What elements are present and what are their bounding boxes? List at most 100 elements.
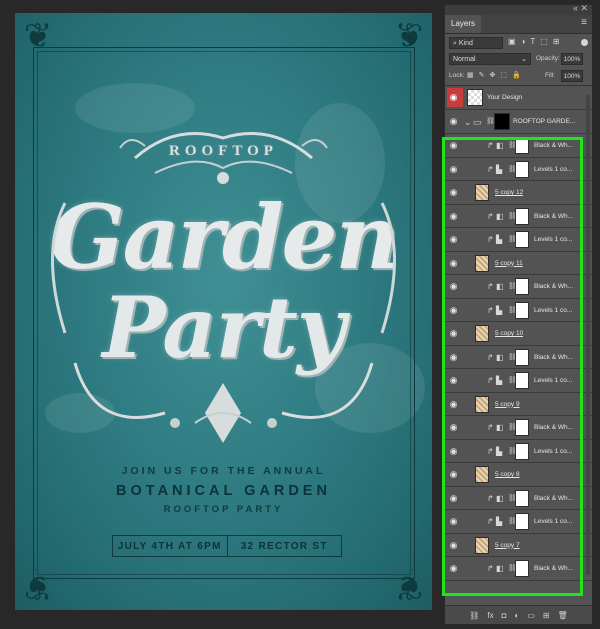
clip-arrow-icon: ↱ — [487, 423, 494, 432]
corner-ornament-icon: ❦ — [394, 568, 424, 606]
layer-row[interactable]: ◉ ↱ ◧ ⛓ Black & Wh... — [445, 557, 592, 581]
layer-row[interactable]: ◉ ↱ ◧ ⛓ Black & Wh... — [445, 486, 592, 510]
left-flourish-icon — [51, 202, 67, 334]
clip-arrow-icon: ↱ — [487, 141, 494, 150]
layer-row[interactable]: ◉ ↱ ◧ ⛓ Black & Wh... — [445, 275, 592, 299]
filter-toggle[interactable] — [581, 39, 588, 46]
eye-icon[interactable]: ◉ — [448, 116, 459, 126]
link-layers-icon[interactable]: ⛓ — [469, 611, 479, 620]
eye-icon[interactable]: ◉ — [448, 258, 459, 268]
layer-list: ◉ Your Design ◉ ⌄ ▭ ⛓ ROOFTOP GARDE... ◉… — [445, 85, 592, 596]
eye-icon[interactable]: ◉ — [448, 516, 459, 526]
adjustment-icon[interactable]: ◐ — [514, 611, 519, 620]
filter-kind-select[interactable]: ⌕ Kind — [449, 37, 503, 49]
clip-arrow-icon: ↱ — [487, 282, 494, 291]
layer-row[interactable]: ◉ Your Design — [445, 86, 592, 110]
fill-label: Fill: — [545, 72, 556, 79]
chevron-down-icon: ⌄ — [521, 56, 527, 63]
folder-icon: ▭ — [473, 117, 482, 127]
layer-name: Levels 1 co... — [534, 518, 573, 525]
black-white-adjustment-icon: ◧ — [496, 282, 504, 291]
blend-mode-select[interactable]: Normal ⌄ — [449, 53, 531, 65]
layer-row[interactable]: ◉ 5 copy 9 — [445, 392, 592, 416]
layer-row[interactable]: ◉ 5 copy 11 — [445, 251, 592, 275]
layer-name: Your Design — [487, 94, 523, 101]
eye-icon[interactable]: ◉ — [448, 140, 459, 150]
layer-name: Black & Wh... — [534, 283, 574, 290]
layer-name: 5 copy 8 — [495, 471, 520, 478]
fx-icon[interactable]: fx — [487, 611, 493, 620]
eye-icon[interactable]: ◉ — [448, 540, 459, 550]
eye-icon[interactable]: ◉ — [448, 187, 459, 197]
layer-thumbnail — [475, 466, 489, 483]
layer-row[interactable]: ◉ 5 copy 7 — [445, 533, 592, 557]
layer-row[interactable]: ◉ ↱ ◧ ⛓ Black & Wh... — [445, 345, 592, 369]
eye-icon[interactable]: ◉ — [448, 92, 459, 102]
mask-thumbnail — [515, 513, 529, 530]
collapse-icon[interactable]: « ✕ — [573, 3, 588, 14]
eye-icon[interactable]: ◉ — [448, 563, 459, 573]
clip-arrow-icon: ↱ — [487, 564, 494, 573]
clip-arrow-icon: ↱ — [487, 211, 494, 221]
eye-icon[interactable]: ◉ — [448, 446, 459, 456]
scrollbar[interactable] — [586, 95, 590, 575]
mask-thumbnail — [515, 489, 529, 507]
filter-type-icons[interactable]: ▣◑T⬚⊞ — [508, 37, 565, 46]
tab-layers[interactable]: Layers — [445, 15, 482, 33]
lock-options-icon[interactable]: ▦✎✥⬚🔒 — [467, 71, 526, 79]
eye-icon[interactable]: ◉ — [448, 305, 459, 315]
layer-row[interactable]: ◉ ↱ ◧ ⛓ Black & Wh... — [445, 134, 592, 158]
panel-tabs: Layers ≡ — [445, 15, 592, 34]
panel-footer: ⛓ fx ◘ ◐ ▭ ⊞ 🗑 — [445, 605, 592, 624]
layer-row[interactable]: ◉ ↱ ▙ ⛓ Levels 1 co... — [445, 439, 592, 463]
eye-icon[interactable]: ◉ — [448, 211, 459, 221]
panel-titlebar: « ✕ — [445, 3, 592, 15]
layer-row[interactable]: ◉ ↱ ◧ ⛓ Black & Wh... — [445, 204, 592, 228]
layer-group-row[interactable]: ◉ ⌄ ▭ ⛓ ROOFTOP GARDE... — [445, 110, 592, 134]
eye-icon[interactable]: ◉ — [448, 281, 459, 291]
layer-name: ROOFTOP GARDE... — [513, 118, 576, 125]
opacity-input[interactable]: 100% — [561, 53, 583, 65]
layer-name: Levels 1 co... — [534, 377, 573, 384]
layer-row[interactable]: ◉ 5 copy 10 — [445, 322, 592, 346]
event-address: 32 RECTOR ST — [226, 536, 342, 556]
layer-thumbnail — [475, 325, 489, 342]
layer-name: Black & Wh... — [534, 424, 574, 431]
clip-arrow-icon: ↱ — [487, 517, 494, 526]
new-group-icon[interactable]: ▭ — [527, 611, 535, 620]
eye-icon[interactable]: ◉ — [448, 469, 459, 479]
layer-row[interactable]: ◉ ↱ ▙ ⛓ Levels 1 co... — [445, 510, 592, 534]
corner-ornament-icon: ❦ — [23, 568, 53, 606]
trash-icon[interactable]: 🗑 — [558, 611, 568, 620]
layer-row[interactable]: ◉ ↱ ◧ ⛓ Black & Wh... — [445, 416, 592, 440]
levels-adjustment-icon: ▙ — [496, 376, 503, 385]
fill-input[interactable]: 100% — [561, 70, 583, 82]
eye-icon[interactable]: ◉ — [448, 375, 459, 385]
layer-row[interactable]: ◉ ↱ ▙ ⛓ Levels 1 co... — [445, 228, 592, 252]
layer-name: Black & Wh... — [534, 353, 574, 361]
layer-row[interactable]: ◉ 5 copy 12 — [445, 181, 592, 205]
add-mask-icon[interactable]: ◘ — [502, 611, 507, 620]
new-layer-icon[interactable]: ⊞ — [543, 611, 550, 620]
layer-row[interactable]: ◉ ↱ ▙ ⛓ Levels 1 co... — [445, 298, 592, 322]
eye-icon[interactable]: ◉ — [448, 422, 459, 432]
layer-row[interactable]: ◉ 5 copy 8 — [445, 463, 592, 487]
layer-row[interactable]: ◉ ↱ ▙ ⛓ Levels 1 co... — [445, 369, 592, 393]
eye-icon[interactable]: ◉ — [448, 493, 459, 503]
eye-icon[interactable]: ◉ — [448, 234, 459, 244]
opacity-label: Opacity: — [536, 55, 560, 62]
chevron-down-icon[interactable]: ⌄ — [464, 117, 472, 128]
eye-icon[interactable]: ◉ — [448, 328, 459, 338]
layer-name: Black & Wh... — [534, 565, 574, 572]
eye-icon[interactable]: ◉ — [448, 352, 459, 362]
panel-menu-icon[interactable]: ≡ — [581, 17, 587, 28]
document-canvas[interactable]: ❦ ❦ ❦ ❦ ROOFTOP Garden Party JOIN US FOR… — [15, 13, 432, 610]
mask-thumbnail — [515, 419, 529, 436]
eye-icon[interactable]: ◉ — [448, 164, 459, 174]
clip-arrow-icon: ↱ — [487, 305, 494, 315]
event-subtitle: ROOFTOP PARTY — [163, 504, 284, 515]
filter-kind-value: Kind — [458, 40, 473, 47]
black-white-adjustment-icon: ◧ — [496, 211, 504, 221]
layer-row[interactable]: ◉ ↱ ▙ ⛓ Levels 1 co... — [445, 157, 592, 181]
eye-icon[interactable]: ◉ — [448, 399, 459, 409]
